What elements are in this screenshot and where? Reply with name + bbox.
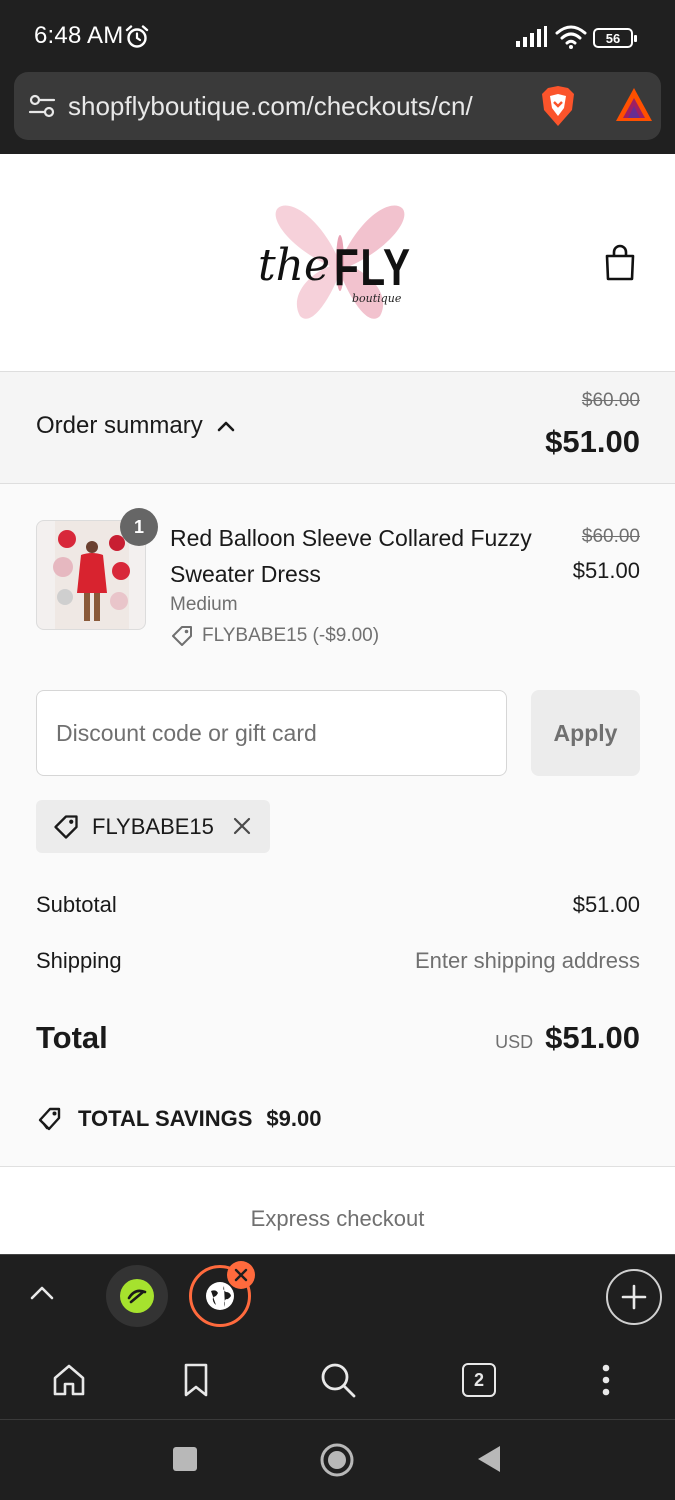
close-tab-button[interactable]: [227, 1261, 255, 1289]
status-bar: 6:48 AM 56: [0, 0, 675, 72]
total-currency: USD: [495, 1032, 534, 1052]
savings-amount: $9.00: [266, 1106, 322, 1131]
savings-label: TOTAL SAVINGS: [78, 1106, 253, 1131]
logo-boutique: boutique: [352, 292, 402, 305]
remove-code-icon[interactable]: [230, 814, 254, 838]
battery-indicator: 56: [593, 28, 637, 48]
summary-original-price: $60.00: [581, 390, 640, 411]
tag-icon: [54, 814, 78, 839]
status-time: 6:48 AM: [34, 22, 124, 49]
product-price: $51.00: [572, 558, 640, 583]
new-tab-button[interactable]: [606, 1269, 662, 1325]
express-checkout-label: Express checkout: [250, 1206, 425, 1231]
total-label: Total: [36, 1020, 108, 1055]
logo-the: the: [258, 240, 331, 291]
tab-strip: [0, 1254, 675, 1342]
discount-code-input[interactable]: [36, 690, 507, 776]
home-icon: [53, 1364, 85, 1396]
menu-button[interactable]: [586, 1360, 626, 1400]
alarm-icon: [125, 25, 149, 48]
brave-rewards-icon[interactable]: [614, 86, 654, 124]
order-summary-label[interactable]: Order summary: [36, 412, 235, 440]
more-vertical-icon: [602, 1364, 610, 1396]
logo-fly: FLY: [334, 239, 412, 297]
order-summary-panel: 1 Red Balloon Sleeve Collared Fuzzy Swea…: [0, 484, 675, 1167]
order-summary-toggle[interactable]: Order summary $60.00 $51.00: [0, 372, 675, 484]
recents-icon[interactable]: [172, 1446, 198, 1472]
browser-bottom-bar: 2: [0, 1342, 675, 1420]
shipping-row: Shipping Enter shipping address: [36, 948, 640, 974]
shopping-bag-icon[interactable]: [604, 244, 636, 282]
search-button[interactable]: [318, 1360, 358, 1400]
shipping-label: Shipping: [36, 948, 122, 973]
product-name: Red Balloon Sleeve Collared Fuzzy Sweate…: [170, 525, 532, 587]
signal-icon: [516, 26, 547, 47]
close-icon: [234, 1268, 248, 1282]
bookmark-icon: [184, 1363, 208, 1397]
site-favicon-icon: [120, 1279, 154, 1313]
total-row: Total USD $51.00: [36, 1020, 640, 1056]
chevron-up-icon: [217, 421, 234, 432]
tabs-count: 2: [462, 1363, 496, 1397]
subtotal-row: Subtotal $51.00: [36, 892, 640, 918]
home-button[interactable]: [49, 1360, 89, 1400]
product-original-price: $60.00: [581, 526, 640, 547]
product-variant: Medium: [170, 594, 238, 615]
chevron-up-icon[interactable]: [28, 1283, 56, 1303]
site-settings-icon[interactable]: [28, 92, 56, 120]
address-bar[interactable]: shopflyboutique.com/checkouts/cn/: [14, 72, 661, 140]
home-system-icon[interactable]: [319, 1442, 355, 1478]
tabs-button[interactable]: 2: [459, 1360, 499, 1400]
search-icon: [321, 1363, 356, 1398]
product-discount: FLYBABE15 (-$9.00): [170, 624, 379, 648]
subtotal-label: Subtotal: [36, 892, 117, 917]
subtotal-value: $51.00: [572, 892, 640, 917]
product-discount-text: FLYBABE15 (-$9.00): [202, 625, 380, 646]
battery-level: 56: [605, 30, 621, 46]
apply-button[interactable]: Apply: [531, 690, 640, 776]
shop-header: the FLY boutique: [0, 154, 675, 372]
tag-icon: [172, 626, 192, 646]
tab-thumbnail[interactable]: [106, 1265, 168, 1327]
total-savings: TOTAL SAVINGS $9.00: [36, 1104, 321, 1134]
total-amount: $51.00: [545, 1020, 640, 1055]
brave-shields-icon[interactable]: [538, 84, 578, 128]
bookmarks-button[interactable]: [176, 1360, 216, 1400]
order-summary-text: Order summary: [36, 412, 203, 439]
applied-code-chip: FLYBABE15: [36, 800, 270, 853]
back-icon[interactable]: [476, 1444, 502, 1474]
wifi-icon: [555, 25, 587, 49]
summary-price: $51.00: [545, 424, 640, 459]
quantity-badge: 1: [120, 508, 158, 546]
applied-code: FLYBABE15: [92, 813, 214, 839]
shipping-value: Enter shipping address: [414, 948, 640, 973]
savings-tag-icon: [38, 1107, 61, 1131]
system-navigation-bar: [0, 1420, 675, 1500]
plus-icon: [621, 1284, 647, 1310]
checkout-page: the FLY boutique Order summary $60.00 $5…: [0, 154, 675, 1254]
browser-toolbar: shopflyboutique.com/checkouts/cn/: [0, 72, 675, 154]
url-text[interactable]: shopflyboutique.com/checkouts/cn/: [68, 91, 524, 122]
shop-logo[interactable]: the FLY boutique: [250, 188, 430, 338]
